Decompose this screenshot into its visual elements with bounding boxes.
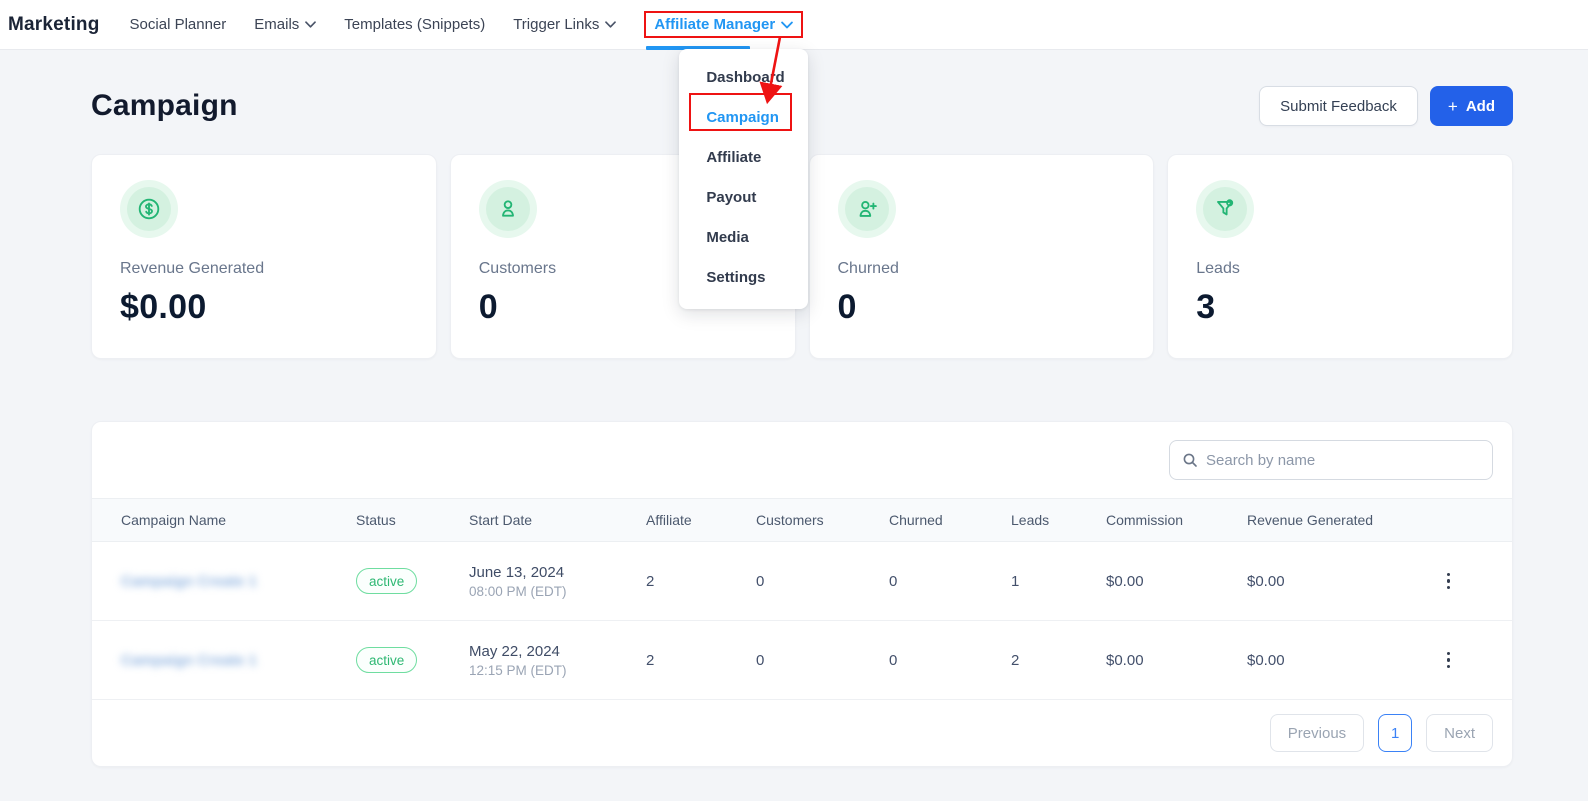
affiliate-manager-dropdown: Dashboard Campaign Affiliate Payout Medi… bbox=[679, 49, 808, 309]
submit-feedback-button[interactable]: Submit Feedback bbox=[1259, 86, 1418, 126]
stat-label: Leads bbox=[1196, 260, 1484, 278]
start-time: 08:00 PM (EDT) bbox=[469, 584, 646, 599]
stat-value: 0 bbox=[838, 288, 1126, 327]
add-button[interactable]: + Add bbox=[1430, 86, 1513, 126]
col-header-campaign-name: Campaign Name bbox=[121, 512, 356, 528]
nav-item-label: Trigger Links bbox=[513, 16, 599, 33]
col-header-status: Status bbox=[356, 512, 469, 528]
chevron-down-icon bbox=[605, 21, 616, 28]
table-row: Campaign Create 1 active June 13, 2024 0… bbox=[92, 542, 1512, 621]
menu-item-affiliate[interactable]: Affiliate bbox=[679, 138, 808, 178]
start-date: May 22, 2024 bbox=[469, 643, 646, 660]
status-badge: active bbox=[356, 647, 417, 673]
row-actions-kebab-icon[interactable] bbox=[1443, 569, 1455, 594]
campaign-name-redacted[interactable]: Campaign Create 1 bbox=[121, 573, 257, 590]
search-box bbox=[1169, 440, 1493, 480]
affiliate-count: 2 bbox=[646, 652, 756, 669]
search-icon bbox=[1182, 452, 1198, 468]
dollar-circle-icon bbox=[120, 180, 178, 238]
header-actions: Submit Feedback + Add bbox=[1259, 86, 1513, 126]
start-time: 12:15 PM (EDT) bbox=[469, 663, 646, 678]
user-icon bbox=[479, 180, 537, 238]
leads-count: 1 bbox=[1011, 573, 1106, 590]
current-page-button[interactable]: 1 bbox=[1378, 714, 1412, 752]
stat-label: Churned bbox=[838, 260, 1126, 278]
nav-item-label: Social Planner bbox=[130, 16, 227, 33]
campaign-table-panel: Campaign Name Status Start Date Affiliat… bbox=[91, 421, 1513, 767]
search-input[interactable] bbox=[1206, 452, 1480, 469]
funnel-icon bbox=[1196, 180, 1254, 238]
table-toolbar bbox=[92, 422, 1512, 498]
menu-item-payout[interactable]: Payout bbox=[679, 178, 808, 218]
affiliate-count: 2 bbox=[646, 573, 756, 590]
col-header-start-date: Start Date bbox=[469, 512, 646, 528]
leads-count: 2 bbox=[1011, 652, 1106, 669]
customers-count: 0 bbox=[756, 573, 889, 590]
affiliate-manager-menu-anchor: Affiliate Manager Dashboard Campaign Aff… bbox=[644, 11, 803, 38]
stat-card-churned: Churned 0 bbox=[809, 154, 1155, 359]
churned-count: 0 bbox=[889, 652, 1011, 669]
previous-page-button[interactable]: Previous bbox=[1270, 714, 1364, 752]
revenue-value: $0.00 bbox=[1247, 652, 1441, 669]
page-title: Campaign bbox=[91, 89, 238, 123]
menu-item-media[interactable]: Media bbox=[679, 218, 808, 258]
col-header-customers: Customers bbox=[756, 512, 889, 528]
submit-feedback-label: Submit Feedback bbox=[1280, 98, 1397, 115]
chevron-down-icon bbox=[305, 21, 316, 28]
menu-item-settings[interactable]: Settings bbox=[679, 258, 808, 298]
campaign-name-redacted[interactable]: Campaign Create 1 bbox=[121, 652, 257, 669]
table-header-row: Campaign Name Status Start Date Affiliat… bbox=[92, 498, 1512, 542]
col-header-leads: Leads bbox=[1011, 512, 1106, 528]
menu-item-dashboard[interactable]: Dashboard bbox=[679, 58, 808, 98]
stat-label: Revenue Generated bbox=[120, 260, 408, 278]
nav-item-label: Affiliate Manager bbox=[654, 16, 775, 33]
nav-item-trigger-links[interactable]: Trigger Links bbox=[513, 16, 616, 33]
col-header-churned: Churned bbox=[889, 512, 1011, 528]
status-badge: active bbox=[356, 568, 417, 594]
stat-value: $0.00 bbox=[120, 288, 408, 327]
add-label: Add bbox=[1466, 98, 1495, 115]
churned-count: 0 bbox=[889, 573, 1011, 590]
nav-item-label: Emails bbox=[254, 16, 299, 33]
nav-item-label: Templates (Snippets) bbox=[344, 16, 485, 33]
stat-card-revenue: Revenue Generated $0.00 bbox=[91, 154, 437, 359]
nav-item-templates-snippets[interactable]: Templates (Snippets) bbox=[344, 16, 485, 33]
chevron-down-icon bbox=[781, 21, 793, 29]
start-date: June 13, 2024 bbox=[469, 564, 646, 581]
plus-icon: + bbox=[1448, 98, 1458, 115]
stat-value: 3 bbox=[1196, 288, 1484, 327]
col-header-revenue-generated: Revenue Generated bbox=[1247, 512, 1441, 528]
table-row: Campaign Create 1 active May 22, 2024 12… bbox=[92, 621, 1512, 700]
pagination: Previous 1 Next bbox=[92, 700, 1512, 766]
nav-item-social-planner[interactable]: Social Planner bbox=[130, 16, 227, 33]
nav-item-affiliate-manager[interactable]: Affiliate Manager bbox=[644, 11, 803, 38]
col-header-commission: Commission bbox=[1106, 512, 1247, 528]
user-plus-icon bbox=[838, 180, 896, 238]
stat-card-leads: Leads 3 bbox=[1167, 154, 1513, 359]
row-actions-kebab-icon[interactable] bbox=[1443, 648, 1455, 673]
top-navigation: Marketing Social Planner Emails Template… bbox=[0, 0, 1588, 50]
brand-title: Marketing bbox=[8, 14, 100, 36]
commission-value: $0.00 bbox=[1106, 573, 1247, 590]
commission-value: $0.00 bbox=[1106, 652, 1247, 669]
next-page-button[interactable]: Next bbox=[1426, 714, 1493, 752]
menu-item-campaign[interactable]: Campaign bbox=[679, 98, 808, 138]
nav-item-emails[interactable]: Emails bbox=[254, 16, 316, 33]
customers-count: 0 bbox=[756, 652, 889, 669]
revenue-value: $0.00 bbox=[1247, 573, 1441, 590]
col-header-affiliate: Affiliate bbox=[646, 512, 756, 528]
